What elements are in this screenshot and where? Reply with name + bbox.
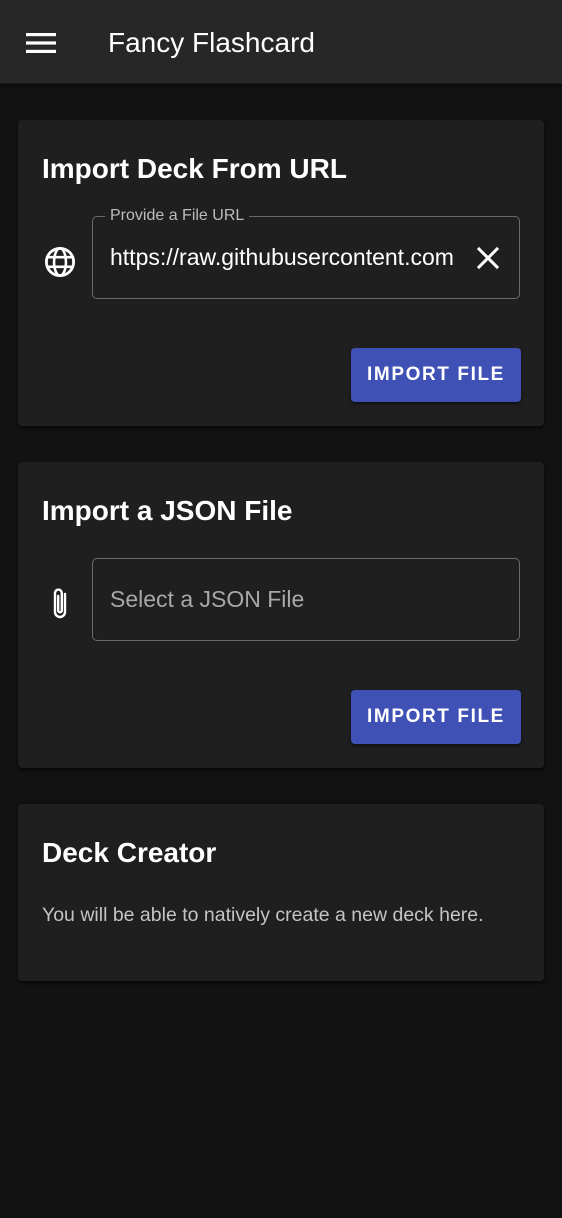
deck-creator-card: Deck Creator You will be able to nativel…: [18, 804, 544, 981]
json-import-title: Import a JSON File: [42, 495, 293, 526]
import-json-button[interactable]: IMPORT FILE: [351, 690, 521, 744]
globe-icon: [42, 244, 78, 280]
deck-creator-description: You will be able to natively create a ne…: [42, 904, 484, 926]
close-icon: [476, 246, 500, 270]
url-import-title: Import Deck From URL: [42, 153, 347, 184]
app-title: Fancy Flashcard: [108, 27, 315, 58]
json-file-field[interactable]: [92, 558, 520, 641]
json-import-card: Import a JSON File IMPORT FILE: [18, 462, 544, 768]
file-url-field[interactable]: Provide a File URL: [92, 206, 520, 299]
clear-url-button[interactable]: [471, 241, 505, 275]
paperclip-icon[interactable]: [42, 586, 78, 622]
deck-creator-title: Deck Creator: [42, 837, 217, 868]
menu-button[interactable]: [18, 21, 64, 65]
app-bar: Fancy Flashcard: [0, 0, 562, 84]
file-url-input[interactable]: [110, 217, 462, 298]
url-import-card: Import Deck From URL Provide a File URL …: [18, 120, 544, 426]
menu-icon: [26, 33, 56, 53]
import-url-button[interactable]: IMPORT FILE: [351, 348, 521, 402]
json-file-input[interactable]: [110, 559, 500, 640]
